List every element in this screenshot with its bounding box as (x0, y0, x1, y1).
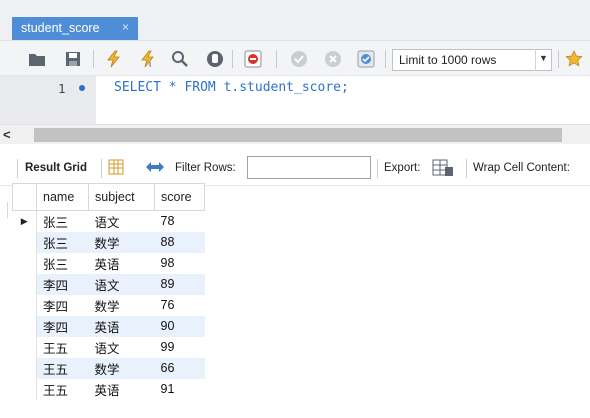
result-grid: name subject score ▶ 张三 语文 78 张三 数学 88 张… (12, 183, 205, 400)
editor-horizontal-scrollbar[interactable]: < (0, 124, 590, 144)
toolbar-separator (276, 50, 277, 68)
stop-icon[interactable] (205, 49, 225, 69)
row-selector[interactable] (12, 294, 37, 316)
cell-subject[interactable]: 数学 (88, 357, 155, 379)
filter-icon (144, 160, 166, 179)
column-header-score[interactable]: score (154, 183, 205, 211)
grid-header-row: name subject score (12, 183, 205, 211)
export-label: Export: (384, 162, 421, 174)
row-selector[interactable] (12, 357, 37, 379)
svg-text:I: I (149, 61, 151, 68)
cell-name[interactable]: 王五 (37, 379, 89, 400)
row-selector[interactable] (12, 231, 37, 253)
cell-score[interactable]: 66 (154, 357, 205, 379)
cell-name[interactable]: 张三 (36, 231, 89, 253)
row-selector[interactable] (12, 378, 37, 400)
statement-marker-icon (79, 85, 85, 91)
sql-statement[interactable]: SELECT * FROM t.student_score; (114, 80, 349, 95)
cell-name[interactable]: 李四 (37, 295, 89, 316)
cell-name[interactable]: 李四 (36, 273, 89, 295)
commit-icon[interactable] (289, 49, 309, 69)
row-selector[interactable] (12, 336, 37, 358)
filter-rows-input[interactable] (247, 156, 371, 179)
table-row[interactable]: 李四 英语 90 (12, 315, 205, 337)
tab-title: student_score (21, 21, 100, 35)
cell-subject[interactable]: 语文 (89, 337, 155, 358)
autocommit-icon[interactable] (356, 49, 376, 69)
cell-subject[interactable]: 英语 (88, 315, 155, 337)
editor-gutter: 1 (0, 76, 96, 124)
cell-subject[interactable]: 数学 (88, 231, 155, 253)
table-row[interactable]: 王五 语文 99 (12, 336, 205, 358)
table-row[interactable]: 张三 数学 88 (12, 231, 205, 253)
filter-rows-label: Filter Rows: (175, 162, 236, 174)
limit-rows-select[interactable]: Limit to 1000 rows ▼ (392, 49, 552, 71)
grid-left-edge (0, 202, 8, 218)
toolbar-separator (232, 50, 233, 68)
cell-score[interactable]: 78 (155, 211, 205, 232)
cell-score[interactable]: 89 (154, 273, 205, 295)
sql-editor-window: student_score × I Limit to 1000 rows ▼ 1… (0, 0, 590, 418)
scrollbar-thumb[interactable] (34, 128, 562, 142)
cell-name[interactable]: 王五 (37, 337, 89, 358)
cell-name[interactable]: 李四 (36, 315, 89, 337)
cell-subject[interactable]: 英语 (89, 253, 155, 274)
row-selector[interactable] (12, 273, 37, 295)
cell-score[interactable]: 90 (154, 315, 205, 337)
toolbar-separator (558, 50, 559, 68)
table-row[interactable]: 李四 数学 76 (12, 294, 205, 316)
export-icon[interactable] (432, 158, 454, 183)
chevron-down-icon[interactable]: ▼ (535, 49, 551, 71)
toolbar-separator (377, 159, 378, 178)
cell-score[interactable]: 99 (155, 337, 205, 358)
execute-current-icon[interactable]: I (138, 49, 158, 69)
cell-subject[interactable]: 数学 (89, 295, 155, 316)
wrap-cell-content-label[interactable]: Wrap Cell Content: (473, 162, 570, 174)
line-number: 1 (58, 81, 66, 96)
row-selector-header (12, 183, 37, 211)
toolbar-separator (385, 50, 386, 68)
cell-score[interactable]: 88 (154, 231, 205, 253)
bookmark-star-icon[interactable] (564, 49, 584, 69)
cell-name[interactable]: 张三 (37, 253, 89, 274)
toolbar-separator (93, 50, 94, 68)
save-icon[interactable] (63, 49, 83, 69)
table-row[interactable]: 李四 语文 89 (12, 273, 205, 295)
row-selector[interactable] (12, 252, 37, 274)
cell-subject[interactable]: 语文 (89, 211, 155, 232)
scroll-left-icon[interactable]: < (3, 127, 11, 142)
rollback-icon[interactable] (323, 49, 343, 69)
cell-name[interactable]: 张三 (37, 211, 89, 232)
cell-score[interactable]: 76 (155, 295, 205, 316)
tab-bar: student_score × (0, 0, 590, 40)
table-row[interactable]: ▶ 张三 语文 78 (12, 210, 205, 232)
limit-rows-label: Limit to 1000 rows (399, 53, 497, 67)
toolbar-separator (466, 159, 467, 178)
table-row[interactable]: 王五 英语 91 (12, 378, 205, 400)
result-toolbar: Result Grid Filter Rows: Export: Wrap Ce… (0, 150, 590, 186)
table-row[interactable]: 张三 英语 98 (12, 252, 205, 274)
sql-editor[interactable]: 1 SELECT * FROM t.student_score; (0, 76, 590, 124)
column-header-name[interactable]: name (36, 183, 89, 211)
explain-icon[interactable] (170, 49, 190, 69)
cell-subject[interactable]: 英语 (89, 379, 155, 400)
table-row[interactable]: 王五 数学 66 (12, 357, 205, 379)
cell-subject[interactable]: 语文 (88, 273, 155, 295)
row-selector[interactable] (12, 315, 37, 337)
current-row-indicator-icon: ▶ (12, 210, 37, 232)
folder-open-icon[interactable] (27, 49, 47, 69)
editor-toolbar: I Limit to 1000 rows ▼ (0, 40, 590, 76)
execute-icon[interactable] (104, 49, 124, 69)
result-grid-tab[interactable]: Result Grid (25, 162, 87, 174)
close-icon[interactable]: × (122, 20, 129, 34)
toolbar-separator (17, 159, 18, 178)
tab-student-score[interactable]: student_score × (12, 17, 138, 40)
grid-view-icon[interactable] (108, 159, 124, 180)
column-header-subject[interactable]: subject (88, 183, 155, 211)
toggle-continue-on-error-icon[interactable] (243, 49, 263, 69)
toolbar-separator (101, 159, 102, 178)
cell-score[interactable]: 91 (155, 379, 205, 400)
cell-score[interactable]: 98 (155, 253, 205, 274)
cell-name[interactable]: 王五 (36, 357, 89, 379)
